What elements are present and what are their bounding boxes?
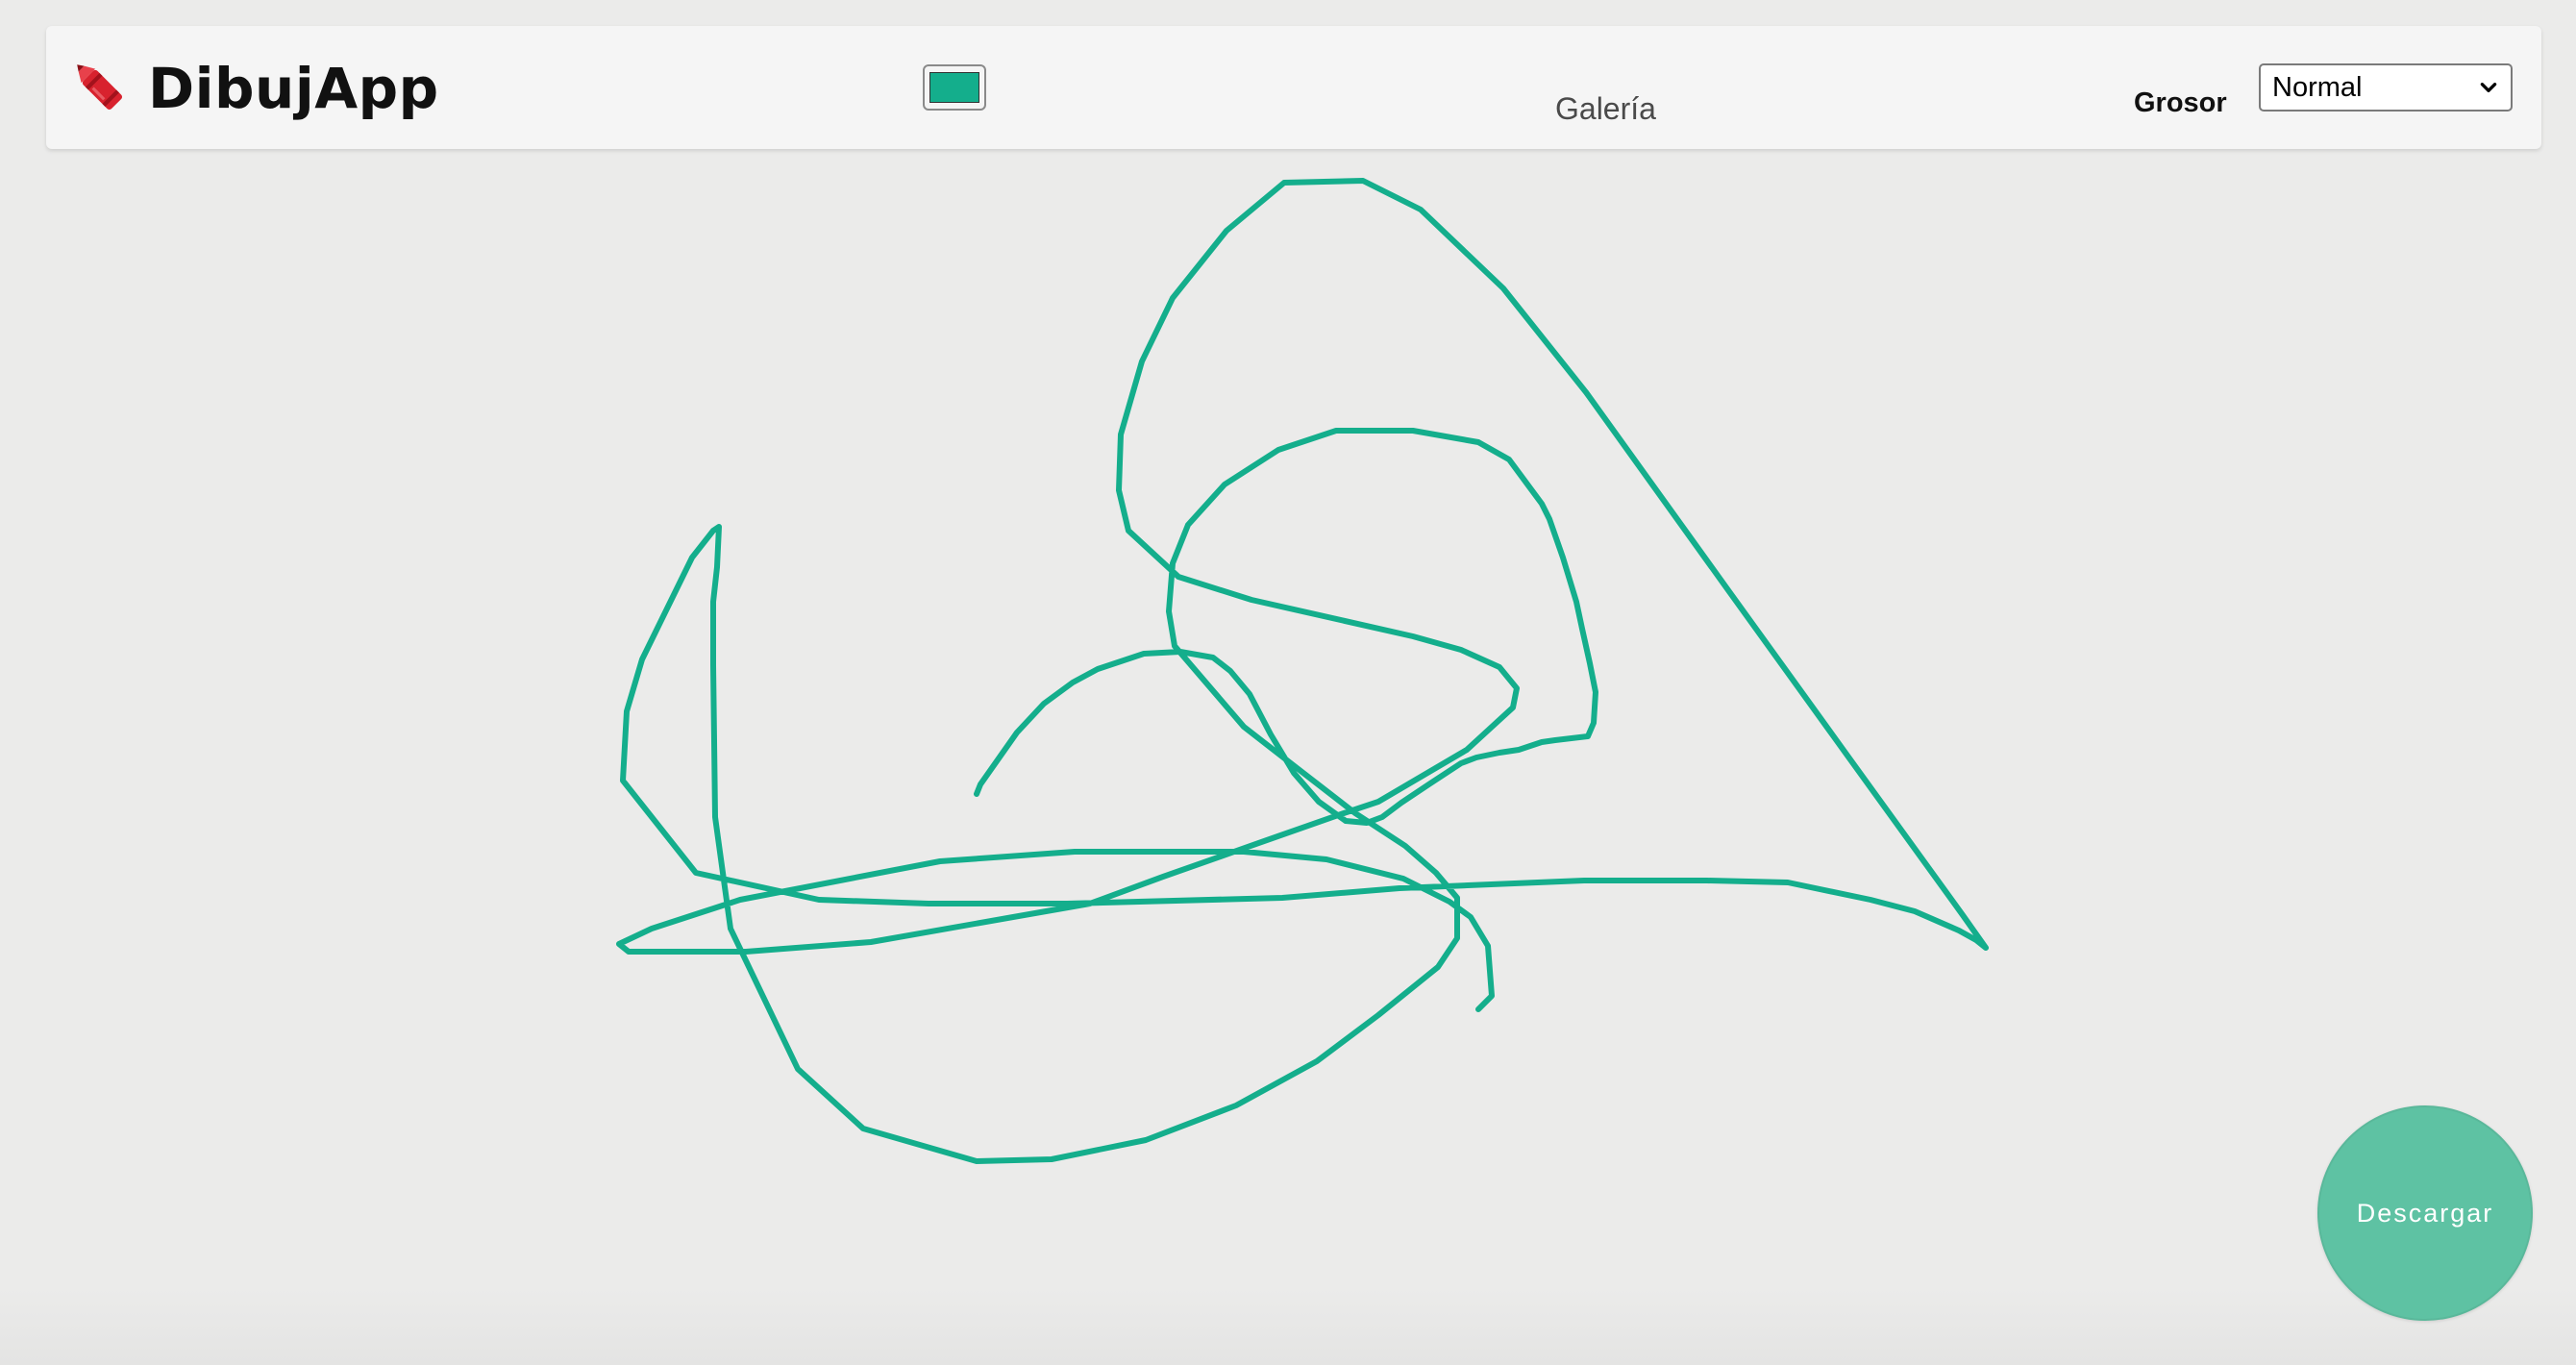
crayon-icon bbox=[77, 64, 123, 111]
download-button[interactable]: Descargar bbox=[2317, 1105, 2533, 1321]
color-swatch bbox=[929, 72, 979, 103]
drawn-stroke bbox=[616, 178, 1989, 1164]
gallery-link[interactable]: Galería bbox=[1555, 93, 1656, 124]
app-page: DibujApp Galería Grosor Normal Descargar bbox=[0, 0, 2576, 1365]
thickness-selected-value: Normal bbox=[2272, 71, 2363, 103]
top-navbar: DibujApp Galería Grosor Normal bbox=[46, 26, 2541, 149]
app-name: DibujApp bbox=[148, 56, 439, 121]
stroke-color-picker[interactable] bbox=[923, 64, 986, 111]
brand[interactable]: DibujApp bbox=[69, 55, 439, 122]
chevron-down-icon bbox=[2480, 83, 2497, 92]
thickness-label: Grosor bbox=[2134, 87, 2227, 118]
thickness-select[interactable]: Normal bbox=[2259, 63, 2513, 112]
drawing-canvas[interactable] bbox=[0, 0, 2576, 1365]
